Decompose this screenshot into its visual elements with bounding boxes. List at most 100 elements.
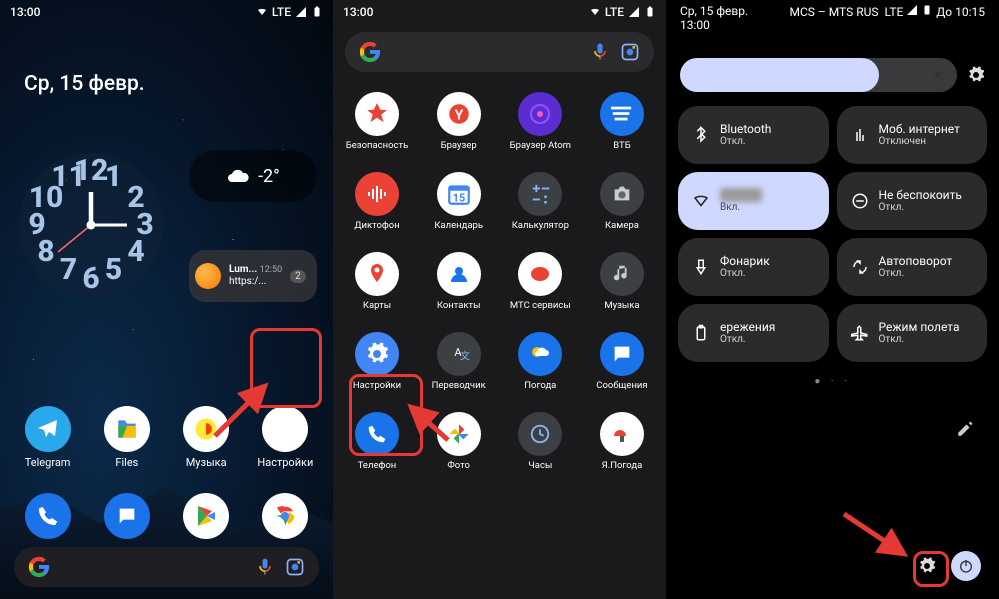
home-dock [0,493,333,539]
page-indicator: ● · · [666,376,999,387]
battery-icon [692,324,710,342]
svg-text:7: 7 [60,252,77,287]
drawer-app-Безопасность[interactable]: Безопасность [341,92,413,172]
drawer-app-Диктофон[interactable]: Диктофон [341,172,413,252]
home-app-row: Telegram Files Музыка Настройки [0,406,333,469]
mic-icon[interactable] [255,557,275,577]
svg-text:6: 6 [82,261,99,296]
svg-text:Y: Y [454,107,463,123]
brightness-slider[interactable] [680,58,985,92]
drawer-app-МТС сервисы[interactable]: МТС сервисы [504,252,576,332]
drawer-app-Контакты[interactable]: Контакты [423,252,495,332]
drawer-app-Сообщения[interactable]: Сообщения [586,332,658,412]
power-icon [958,558,974,574]
qs-tile-wifi[interactable]: xxxxxxxВкл. [678,172,829,230]
highlight-settings-drawer [349,374,423,456]
dnd-icon [851,192,869,210]
brightness-settings-icon[interactable] [967,66,985,84]
drawer-app-Браузер Atom[interactable]: Браузер Atom [504,92,576,172]
mic-icon[interactable] [590,42,610,62]
google-search-bar[interactable] [14,547,319,587]
drawer-app-Браузер[interactable]: YБраузер [423,92,495,172]
app-telegram[interactable]: Telegram [12,406,84,469]
weather-temp: -2° [258,166,280,187]
dock-chrome[interactable] [249,493,321,539]
drawer-app-Музыка[interactable]: Музыка [586,252,658,332]
google-g-icon [28,556,50,578]
highlight-settings-home [250,328,322,408]
qs-time: 13:00 [680,18,748,32]
qs-lte: LTE [884,5,903,19]
edit-icon[interactable] [956,420,974,438]
app-music[interactable]: Музыка [170,406,242,469]
dock-messages[interactable] [91,493,163,539]
svg-text:8: 8 [37,234,54,269]
notif-subtitle: https:/... [229,276,266,287]
app-grid[interactable]: БезопасностьYБраузерБраузер AtomВТБ Дикто… [333,86,666,599]
rotate-icon [851,258,869,276]
drawer-app-Карты[interactable]: Карты [341,252,413,332]
qs-tile-battery[interactable]: ереженияОткл. [678,304,829,362]
qs-alarm: До 10:15 [936,5,985,19]
qs-header: Ср, 15 февр. 13:00 MCS – MTS RUS LTE До … [666,0,999,36]
drawer-search-bar[interactable] [345,32,654,72]
drawer-app-ВТБ[interactable]: ВТБ [586,92,658,172]
lens-icon[interactable] [285,557,305,577]
drawer-app-Часы[interactable]: Часы [504,412,576,492]
dock-play[interactable] [170,493,242,539]
drawer-app-Погода[interactable]: Погода [504,332,576,412]
weather-widget[interactable]: -2° [189,150,317,202]
data-icon [851,126,869,144]
svg-text:15: 15 [452,192,464,205]
lte-label: LTE [605,5,624,19]
cloud-icon [226,164,250,188]
lens-icon[interactable] [620,42,640,62]
qs-tile-dnd[interactable]: Не беспокоитьОткл. [837,172,988,230]
drawer-app-Переводчик[interactable]: A文Переводчик [423,332,495,412]
qs-date: Ср, 15 февр. [680,4,748,18]
qs-tile-flash[interactable]: ФонарикОткл. [678,238,829,296]
notif-time: 12:50 [260,265,282,275]
qs-carrier: MCS – MTS RUS [790,5,879,19]
svg-text:文: 文 [460,350,470,363]
battery-icon [921,4,933,16]
signal-icon [906,4,918,16]
svg-text:1: 1 [105,159,122,194]
notification-widget[interactable]: Lum... 12:50 https:/... 2 [189,250,317,302]
home-date[interactable]: Ср, 15 февр. [24,72,145,96]
wifi-icon [589,6,601,18]
qs-tile-data[interactable]: Моб. интернетОтключен [837,106,988,164]
drawer-app-Календарь[interactable]: 15Календарь [423,172,495,252]
quick-settings-panel: Ср, 15 февр. 13:00 MCS – MTS RUS LTE До … [666,0,999,599]
google-g-icon [359,41,381,63]
app-settings[interactable]: Настройки [249,406,321,469]
qs-tile-rotate[interactable]: АвтоповоротОткл. [837,238,988,296]
svg-text:5: 5 [105,252,122,287]
drawer-app-Я.Погода[interactable]: Я.Погода [586,412,658,492]
svg-text:4: 4 [127,234,144,269]
notif-count-badge: 2 [290,270,306,283]
plane-icon [851,324,869,342]
wifi-icon [692,192,710,210]
notif-title: Lum... [229,264,257,275]
qs-tiles: BluetoothОткл.Моб. интернетОтключенxxxxx… [678,106,987,362]
home-screen: 13:00 LTE Ср, 15 февр. -2° 12111 234 109… [0,0,333,599]
arrow-annotation [839,509,919,569]
clock-widget[interactable]: 12111 234 1098 567 [16,150,166,300]
flash-icon [692,258,710,276]
app-icon-orange [195,263,221,289]
dock-phone[interactable] [12,493,84,539]
drawer-app-Фото[interactable]: Фото [423,412,495,492]
signal-icon [628,6,640,18]
drawer-app-Калькулятор[interactable]: Калькулятор [504,172,576,252]
status-time: 13:00 [343,5,373,19]
status-bar: 13:00 LTE [333,0,666,24]
qs-tile-plane[interactable]: Режим полетаОткл. [837,304,988,362]
qs-tile-bt[interactable]: BluetoothОткл. [678,106,829,164]
bt-icon [692,126,710,144]
brightness-icon [929,66,947,84]
app-files[interactable]: Files [91,406,163,469]
drawer-app-Камера[interactable]: Камера [586,172,658,252]
app-drawer: 13:00 LTE БезопасностьYБраузерБраузер At… [333,0,666,599]
qs-power-button[interactable] [951,551,981,581]
